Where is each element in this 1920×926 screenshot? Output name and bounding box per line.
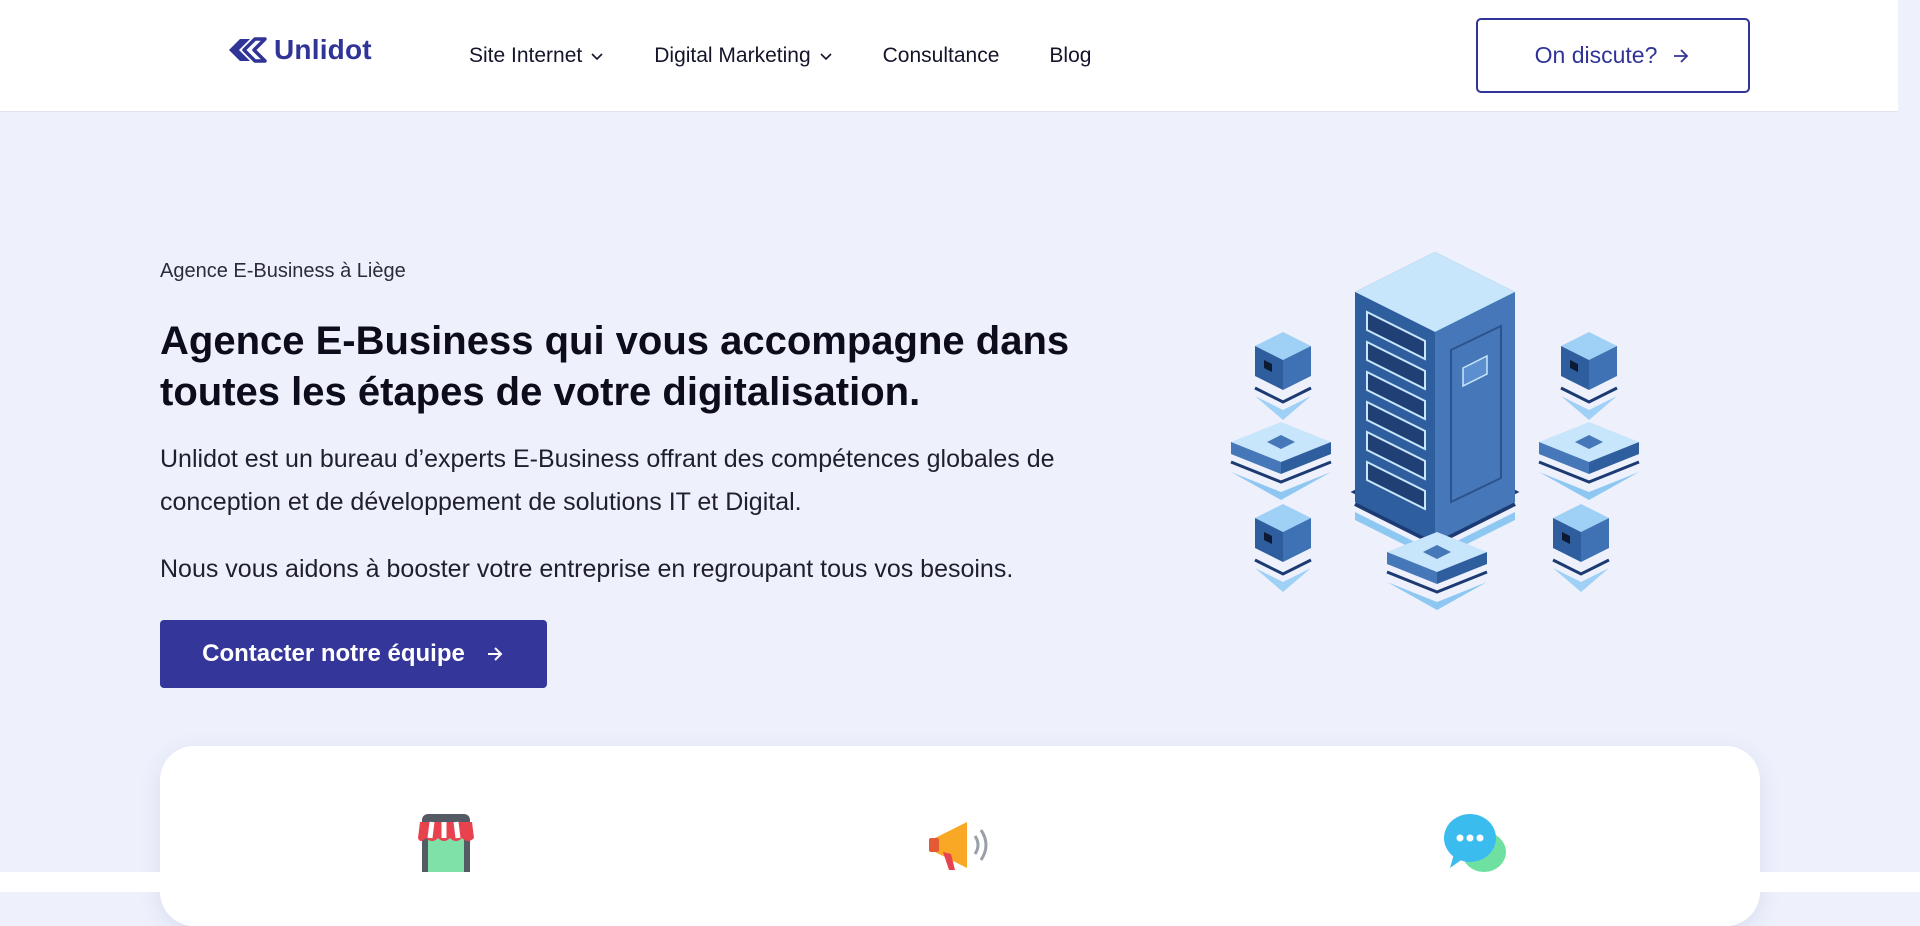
page-bottom-edge bbox=[0, 872, 1920, 892]
hero-description: Unlidot est un bureau d’experts E-Busine… bbox=[160, 445, 1055, 516]
on-discute-label: On discute? bbox=[1534, 42, 1658, 68]
nav-item-label: Digital Marketing bbox=[654, 43, 811, 67]
arrow-right-icon bbox=[487, 647, 503, 661]
features-card bbox=[160, 746, 1760, 926]
nav-item-consultance[interactable]: Consultance bbox=[883, 44, 1000, 68]
storefront-tablet-icon bbox=[418, 814, 474, 878]
brand-logo[interactable]: Unlidot bbox=[226, 33, 372, 67]
site-header: Unlidot Site Internet Digital Marketing … bbox=[0, 0, 1898, 112]
nav-item-site-internet[interactable]: Site Internet bbox=[469, 44, 604, 68]
nav-item-digital-marketing[interactable]: Digital Marketing bbox=[654, 44, 832, 68]
logo-mark-icon bbox=[229, 37, 267, 63]
on-discute-button[interactable]: On discute? bbox=[1476, 18, 1750, 93]
hero-description-secondary: Nous vous aidons à booster votre entrepr… bbox=[160, 555, 1014, 583]
hero-title: Agence E-Business qui vous accompagne da… bbox=[160, 319, 1070, 414]
chevron-down-icon bbox=[591, 52, 603, 60]
nav-item-label: Site Internet bbox=[469, 43, 583, 67]
megaphone-icon bbox=[929, 822, 988, 870]
chevron-down-icon bbox=[820, 52, 832, 60]
scrollbar-gutter bbox=[1898, 0, 1920, 111]
server-rack-illustration bbox=[1229, 252, 1641, 612]
hero-eyebrow: Agence E-Business à Liège bbox=[160, 260, 406, 282]
contact-team-label: Contacter notre équipe bbox=[202, 640, 465, 667]
logo-text: Unlidot bbox=[274, 34, 372, 65]
nav-item-label: Consultance bbox=[882, 43, 1000, 67]
arrow-right-icon bbox=[1674, 48, 1689, 63]
nav-item-blog[interactable]: Blog bbox=[1049, 44, 1091, 68]
main-nav: Site Internet Digital Marketing Consulta… bbox=[469, 0, 1141, 111]
contact-team-button[interactable]: Contacter notre équipe bbox=[160, 620, 547, 688]
chat-bubbles-icon bbox=[1444, 814, 1506, 872]
nav-item-label: Blog bbox=[1049, 43, 1092, 67]
